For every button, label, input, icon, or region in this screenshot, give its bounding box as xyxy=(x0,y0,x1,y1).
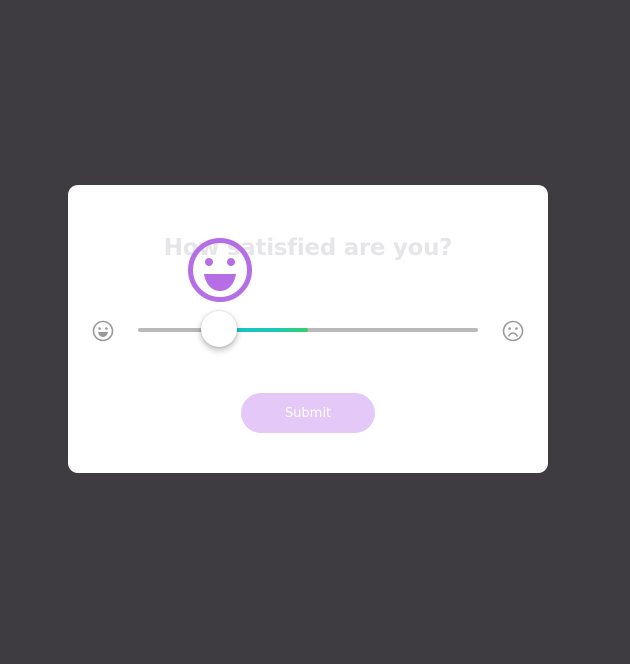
submit-button[interactable]: Submit xyxy=(241,393,375,433)
question-title: How satisfied are you? xyxy=(163,235,453,261)
survey-card: How satisfied are you? Submit xyxy=(68,185,548,473)
frown-icon[interactable] xyxy=(502,320,524,342)
smile-icon[interactable] xyxy=(92,320,114,342)
satisfaction-slider[interactable] xyxy=(138,311,478,347)
big-smile-icon xyxy=(188,238,252,302)
slider-thumb[interactable] xyxy=(201,311,237,347)
